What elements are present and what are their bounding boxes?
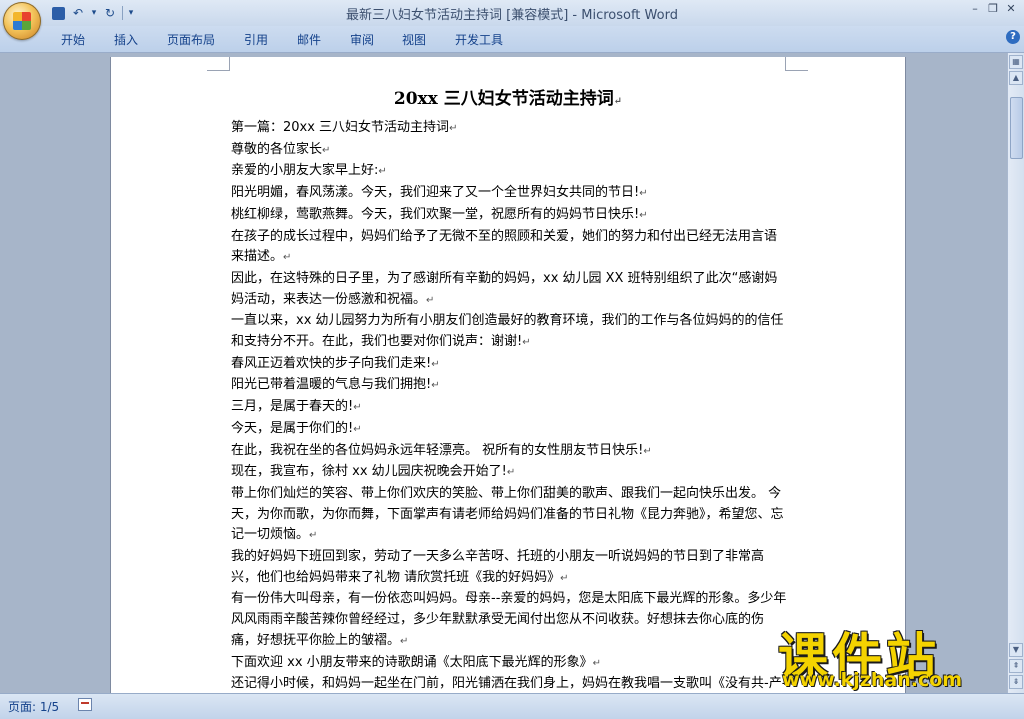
close-button[interactable]: ✕ [1002, 2, 1020, 16]
document-paragraph: 阳光明媚，春风荡漾。今天，我们迎来了又一个全世界妇女共同的节日!↵ [231, 185, 648, 201]
document-paragraph: 尊敬的各位家长↵ [231, 141, 331, 157]
title-bar: ↶ ▾ ↻ ▾ 最新三八妇女节活动主持词 [兼容模式] - Microsoft … [0, 0, 1024, 26]
tab-developer[interactable]: 开发工具 [455, 31, 503, 48]
tab-mailings[interactable]: 邮件 [297, 31, 321, 48]
minimize-button[interactable]: – [966, 2, 984, 16]
document-paragraph: 在此，我祝在坐的各位妈妈永远年轻漂亮。 祝所有的女性朋友节日快乐!↵ [231, 442, 652, 458]
document-paragraph: 我的好妈妈下班回到家，劳动了一天多么辛苦呀、托班的小朋友一听说妈妈的节日到了非常… [231, 549, 765, 585]
ruler-toggle-icon[interactable]: ▦ [1009, 55, 1023, 69]
page-count[interactable]: 页面: 1/5 [8, 698, 59, 715]
document-paragraph: 因此，在这特殊的日子里，为了感谢所有辛勤的妈妈，xx 幼儿园 XX 班特别组织了… [231, 270, 778, 307]
document-paragraph: 带上你们灿烂的笑容、带上你们欢庆的笑脸、带上你们甜美的歌声、跟我们一起向快乐出发… [231, 485, 784, 543]
document-title: 20xx 三八妇女节活动主持词↵ [393, 89, 623, 109]
tab-references[interactable]: 引用 [244, 31, 268, 48]
document-paragraph: 一直以来，xx 幼儿园努力为所有小朋友们创造最好的教育环境，我们的工作与各位妈妈… [231, 313, 784, 350]
document-paragraph: 亲爱的小朋友大家早上好:↵ [231, 163, 387, 179]
document-body: 第一篇：20xx 三八妇女节活动主持词↵ 尊敬的各位家长↵ 亲爱的小朋友大家早上好:… [231, 118, 787, 697]
crop-mark-top-right [785, 57, 808, 71]
document-workspace: 20xx 三八妇女节活动主持词↵ 第一篇：20xx 三八妇女节活动主持词↵ 尊敬的… [0, 53, 1008, 697]
document-paragraph: 现在，我宣布，徐村 xx 幼儿园庆祝晚会开始了!↵ [231, 464, 516, 480]
proofing-icon[interactable] [78, 698, 92, 711]
window-title: 最新三八妇女节活动主持词 [兼容模式] - Microsoft Word [346, 8, 678, 23]
watermark-url: www.kjzhan.com [782, 669, 963, 691]
office-logo-icon [13, 12, 31, 30]
document-paragraph: 春风正迈着欢快的步子向我们走来!↵ [231, 355, 440, 371]
tab-page-layout[interactable]: 页面布局 [167, 31, 215, 48]
ribbon-tabs: 开始 插入 页面布局 引用 邮件 审阅 视图 开发工具 [0, 26, 1024, 53]
scroll-up-button[interactable]: ▲ [1009, 71, 1023, 85]
tab-home[interactable]: 开始 [61, 31, 85, 48]
document-paragraph: 三月，是属于春天的!↵ [231, 399, 362, 415]
site-watermark: 课件站 www.kjzhan.com [770, 617, 1018, 693]
document-paragraph: 今天，是属于你们的!↵ [231, 420, 362, 436]
document-paragraph: 下面欢迎 xx 小朋友带来的诗歌朗诵《太阳底下最光辉的形象》↵ [231, 654, 602, 670]
help-icon[interactable]: ? [1006, 30, 1020, 44]
tab-view[interactable]: 视图 [402, 31, 426, 48]
document-paragraph: 桃红柳绿，莺歌燕舞。今天，我们欢聚一堂，祝愿所有的妈妈节日快乐!↵ [231, 206, 648, 222]
scroll-thumb[interactable] [1010, 97, 1023, 159]
status-bar: 页面: 1/5 [0, 693, 1024, 719]
document-paragraph: 有一份伟大叫母亲，有一份依恋叫妈妈。母亲--亲爱的妈妈，您是太阳底下最光辉的形象… [231, 591, 787, 648]
vertical-scrollbar[interactable]: ▦ ▲ ▼ ⇞ ⇟ [1007, 53, 1024, 693]
tab-insert[interactable]: 插入 [114, 31, 138, 48]
office-button[interactable] [3, 2, 41, 40]
tab-review[interactable]: 审阅 [350, 31, 374, 48]
document-page[interactable]: 20xx 三八妇女节活动主持词↵ 第一篇：20xx 三八妇女节活动主持词↵ 尊敬的… [110, 57, 906, 697]
crop-mark-top-left [207, 57, 230, 71]
document-paragraph: 阳光已带着温暖的气息与我们拥抱!↵ [231, 377, 440, 393]
restore-button[interactable]: ❐ [984, 2, 1002, 16]
document-paragraph: 第一篇：20xx 三八妇女节活动主持词↵ [231, 120, 458, 135]
document-paragraph: 在孩子的成长过程中，妈妈们给予了无微不至的照顾和关爱，她们的努力和付出已经无法用… [231, 228, 778, 265]
window-controls: – ❐ ✕ [966, 2, 1020, 16]
